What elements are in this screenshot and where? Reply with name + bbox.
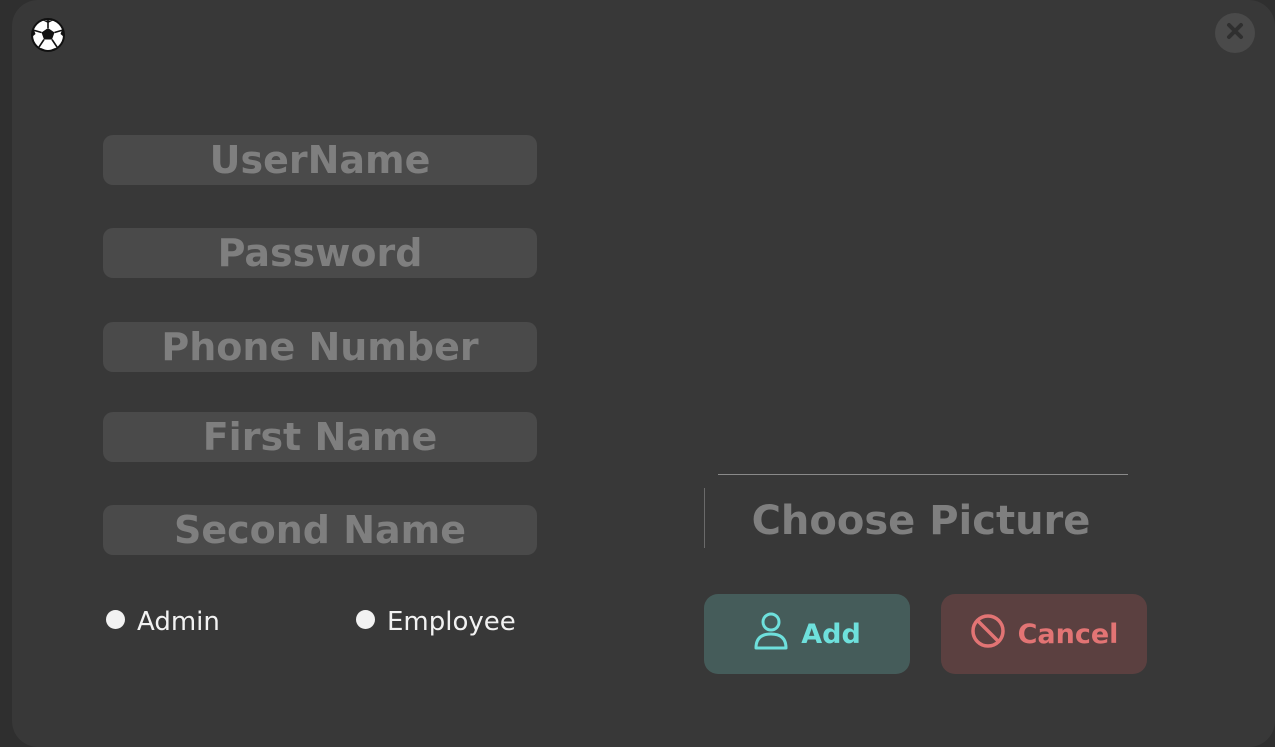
choose-picture-button[interactable]: Choose Picture [705,491,1137,551]
admin-radio[interactable] [106,610,125,629]
cancel-button-label: Cancel [1017,618,1119,650]
first-name-input[interactable] [103,412,537,462]
soccer-ball-icon [30,17,66,53]
prohibited-icon [970,613,1006,656]
cancel-button[interactable]: Cancel [941,594,1147,674]
username-input[interactable] [103,135,537,185]
close-button[interactable] [1215,13,1255,53]
password-input[interactable] [103,228,537,278]
admin-radio-label[interactable]: Admin [137,604,220,640]
employee-radio[interactable] [356,610,375,629]
employee-radio-label[interactable]: Employee [387,604,516,640]
second-name-input[interactable] [103,505,537,555]
phone-number-input[interactable] [103,322,537,372]
user-icon [753,611,789,658]
close-icon [1225,21,1245,45]
add-button[interactable]: Add [704,594,910,674]
add-button-label: Add [801,618,861,650]
picture-divider [718,474,1128,475]
